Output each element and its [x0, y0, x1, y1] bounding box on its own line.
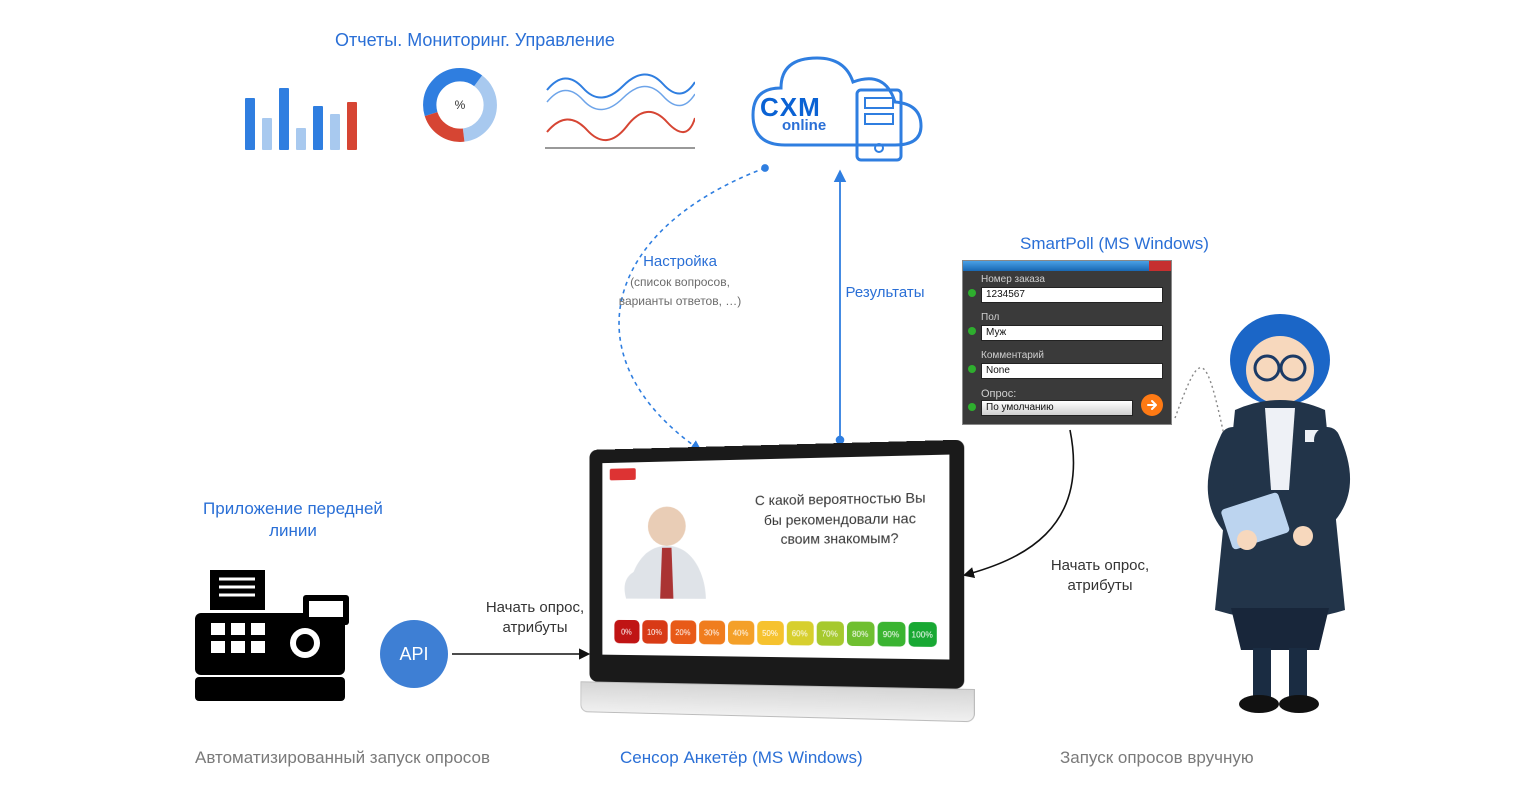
arrow-label-start-right: Начать опрос, атрибуты — [1020, 556, 1180, 595]
donut-percent-label: % — [455, 98, 466, 112]
nps-btn-80[interactable]: 80% — [846, 622, 874, 647]
sensor-anketer-caption: Сенсор Анкетёр (MS Windows) — [620, 748, 863, 768]
smartpoll-field-order: Номер заказа 1234567 — [963, 271, 1171, 309]
smartpoll-titlebar[interactable] — [963, 261, 1171, 271]
cloud-label-online: online — [782, 117, 826, 134]
smartpoll-label-gender: Пол — [981, 312, 1163, 323]
section-title-reports: Отчеты. Мониторинг. Управление — [335, 30, 615, 51]
nps-btn-60[interactable]: 60% — [786, 621, 813, 645]
bar-4 — [296, 128, 306, 150]
mini-line-chart — [545, 60, 695, 150]
bar-6 — [330, 114, 340, 150]
bar-5 — [313, 106, 323, 150]
bar-2 — [262, 118, 272, 150]
nps-btn-30[interactable]: 30% — [699, 620, 725, 644]
survey-question: С какой вероятностью Вы бы рекомендовали… — [745, 488, 937, 550]
bar-1 — [245, 98, 255, 150]
arrow-label-results: Результаты — [830, 283, 940, 303]
nps-btn-90[interactable]: 90% — [877, 622, 905, 647]
bar-7 — [347, 102, 357, 150]
arrow-label-setup: Настройка (список вопросов, варианты отв… — [595, 252, 765, 311]
mini-bar-chart — [245, 70, 365, 150]
arrow-label-setup-title: Настройка — [643, 253, 717, 270]
clerk-illustration — [1185, 290, 1375, 720]
arrow-label-setup-sub: (список вопросов, варианты ответов, …) — [619, 275, 742, 309]
kiosk-monitor: С какой вероятностью Вы бы рекомендовали… — [590, 440, 965, 731]
arrow-right-icon — [1146, 399, 1158, 411]
nps-btn-50[interactable]: 50% — [757, 621, 784, 645]
smartpoll-start-button[interactable] — [1141, 394, 1163, 416]
smartpoll-field-comment: Комментарий None — [963, 347, 1171, 385]
smartpoll-field-survey: Опрос: По умолчанию — [963, 385, 1171, 424]
smartpoll-input-comment[interactable]: None — [981, 363, 1163, 379]
cloud-label: CXM online — [760, 92, 826, 134]
auto-launch-caption: Автоматизированный запуск опросов — [195, 748, 490, 768]
nps-btn-70[interactable]: 70% — [816, 621, 843, 646]
nps-btn-10[interactable]: 10% — [642, 620, 667, 644]
smartpoll-input-order[interactable]: 1234567 — [981, 287, 1163, 303]
smartpoll-label-survey: Опрос: — [981, 388, 1016, 400]
smartpoll-title: SmartPoll (MS Windows) — [1020, 234, 1209, 254]
businessman-image — [615, 490, 719, 599]
kiosk-logo-icon — [610, 468, 636, 484]
smartpoll-label-order: Номер заказа — [981, 274, 1163, 285]
frontline-app-title: Приложение передней линии — [178, 498, 408, 542]
cash-register-icon — [195, 565, 365, 705]
arrow-label-start-left: Начать опрос, атрибуты — [465, 598, 605, 637]
nps-button-row: 0% 10% 20% 30% 40% 50% 60% 70% 80% 90% 1… — [602, 620, 949, 647]
manual-launch-caption: Запуск опросов вручную — [1060, 748, 1254, 768]
smartpoll-window: Номер заказа 1234567 Пол Муж Комментарий… — [962, 260, 1172, 425]
nps-btn-40[interactable]: 40% — [728, 621, 754, 645]
smartpoll-input-gender[interactable]: Муж — [981, 325, 1163, 341]
bar-3 — [279, 88, 289, 150]
smartpoll-label-comment: Комментарий — [981, 350, 1163, 361]
smartpoll-field-gender: Пол Муж — [963, 309, 1171, 347]
nps-btn-100[interactable]: 100% — [908, 622, 936, 647]
nps-btn-20[interactable]: 20% — [670, 620, 696, 644]
smartpoll-select-survey[interactable]: По умолчанию — [981, 400, 1133, 416]
api-badge: API — [380, 620, 448, 688]
mini-donut-chart: % — [420, 65, 500, 145]
nps-btn-0[interactable]: 0% — [614, 620, 639, 644]
